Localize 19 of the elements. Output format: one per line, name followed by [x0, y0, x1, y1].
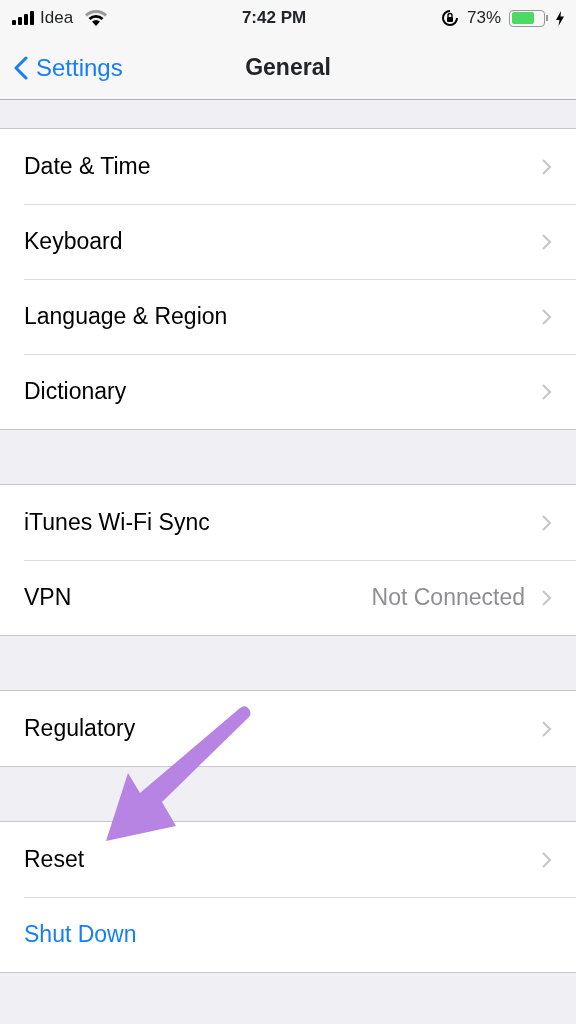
signal-icon: [12, 11, 36, 25]
back-chevron-icon: [14, 55, 28, 80]
chevron-icon: [541, 719, 552, 738]
chevron-icon: [541, 157, 552, 176]
chevron-icon: [541, 232, 552, 251]
wifi-icon: [85, 10, 108, 26]
screen-title: General: [245, 53, 331, 82]
chevron-icon: [541, 382, 552, 401]
chevron-icon: [541, 513, 552, 532]
carrier-name: Idea: [40, 7, 74, 30]
chevron-icon: [541, 850, 552, 869]
row-detail: Not Connected: [371, 583, 525, 613]
chevron-icon: [541, 307, 552, 326]
battery-icon: [509, 9, 548, 27]
battery-percentage: 73%: [466, 7, 501, 30]
back-button[interactable]: Settings: [0, 36, 123, 99]
clock: 7:42 PM: [240, 7, 308, 30]
chevron-icon: [541, 588, 552, 607]
rotation-lock-icon: [440, 9, 459, 27]
